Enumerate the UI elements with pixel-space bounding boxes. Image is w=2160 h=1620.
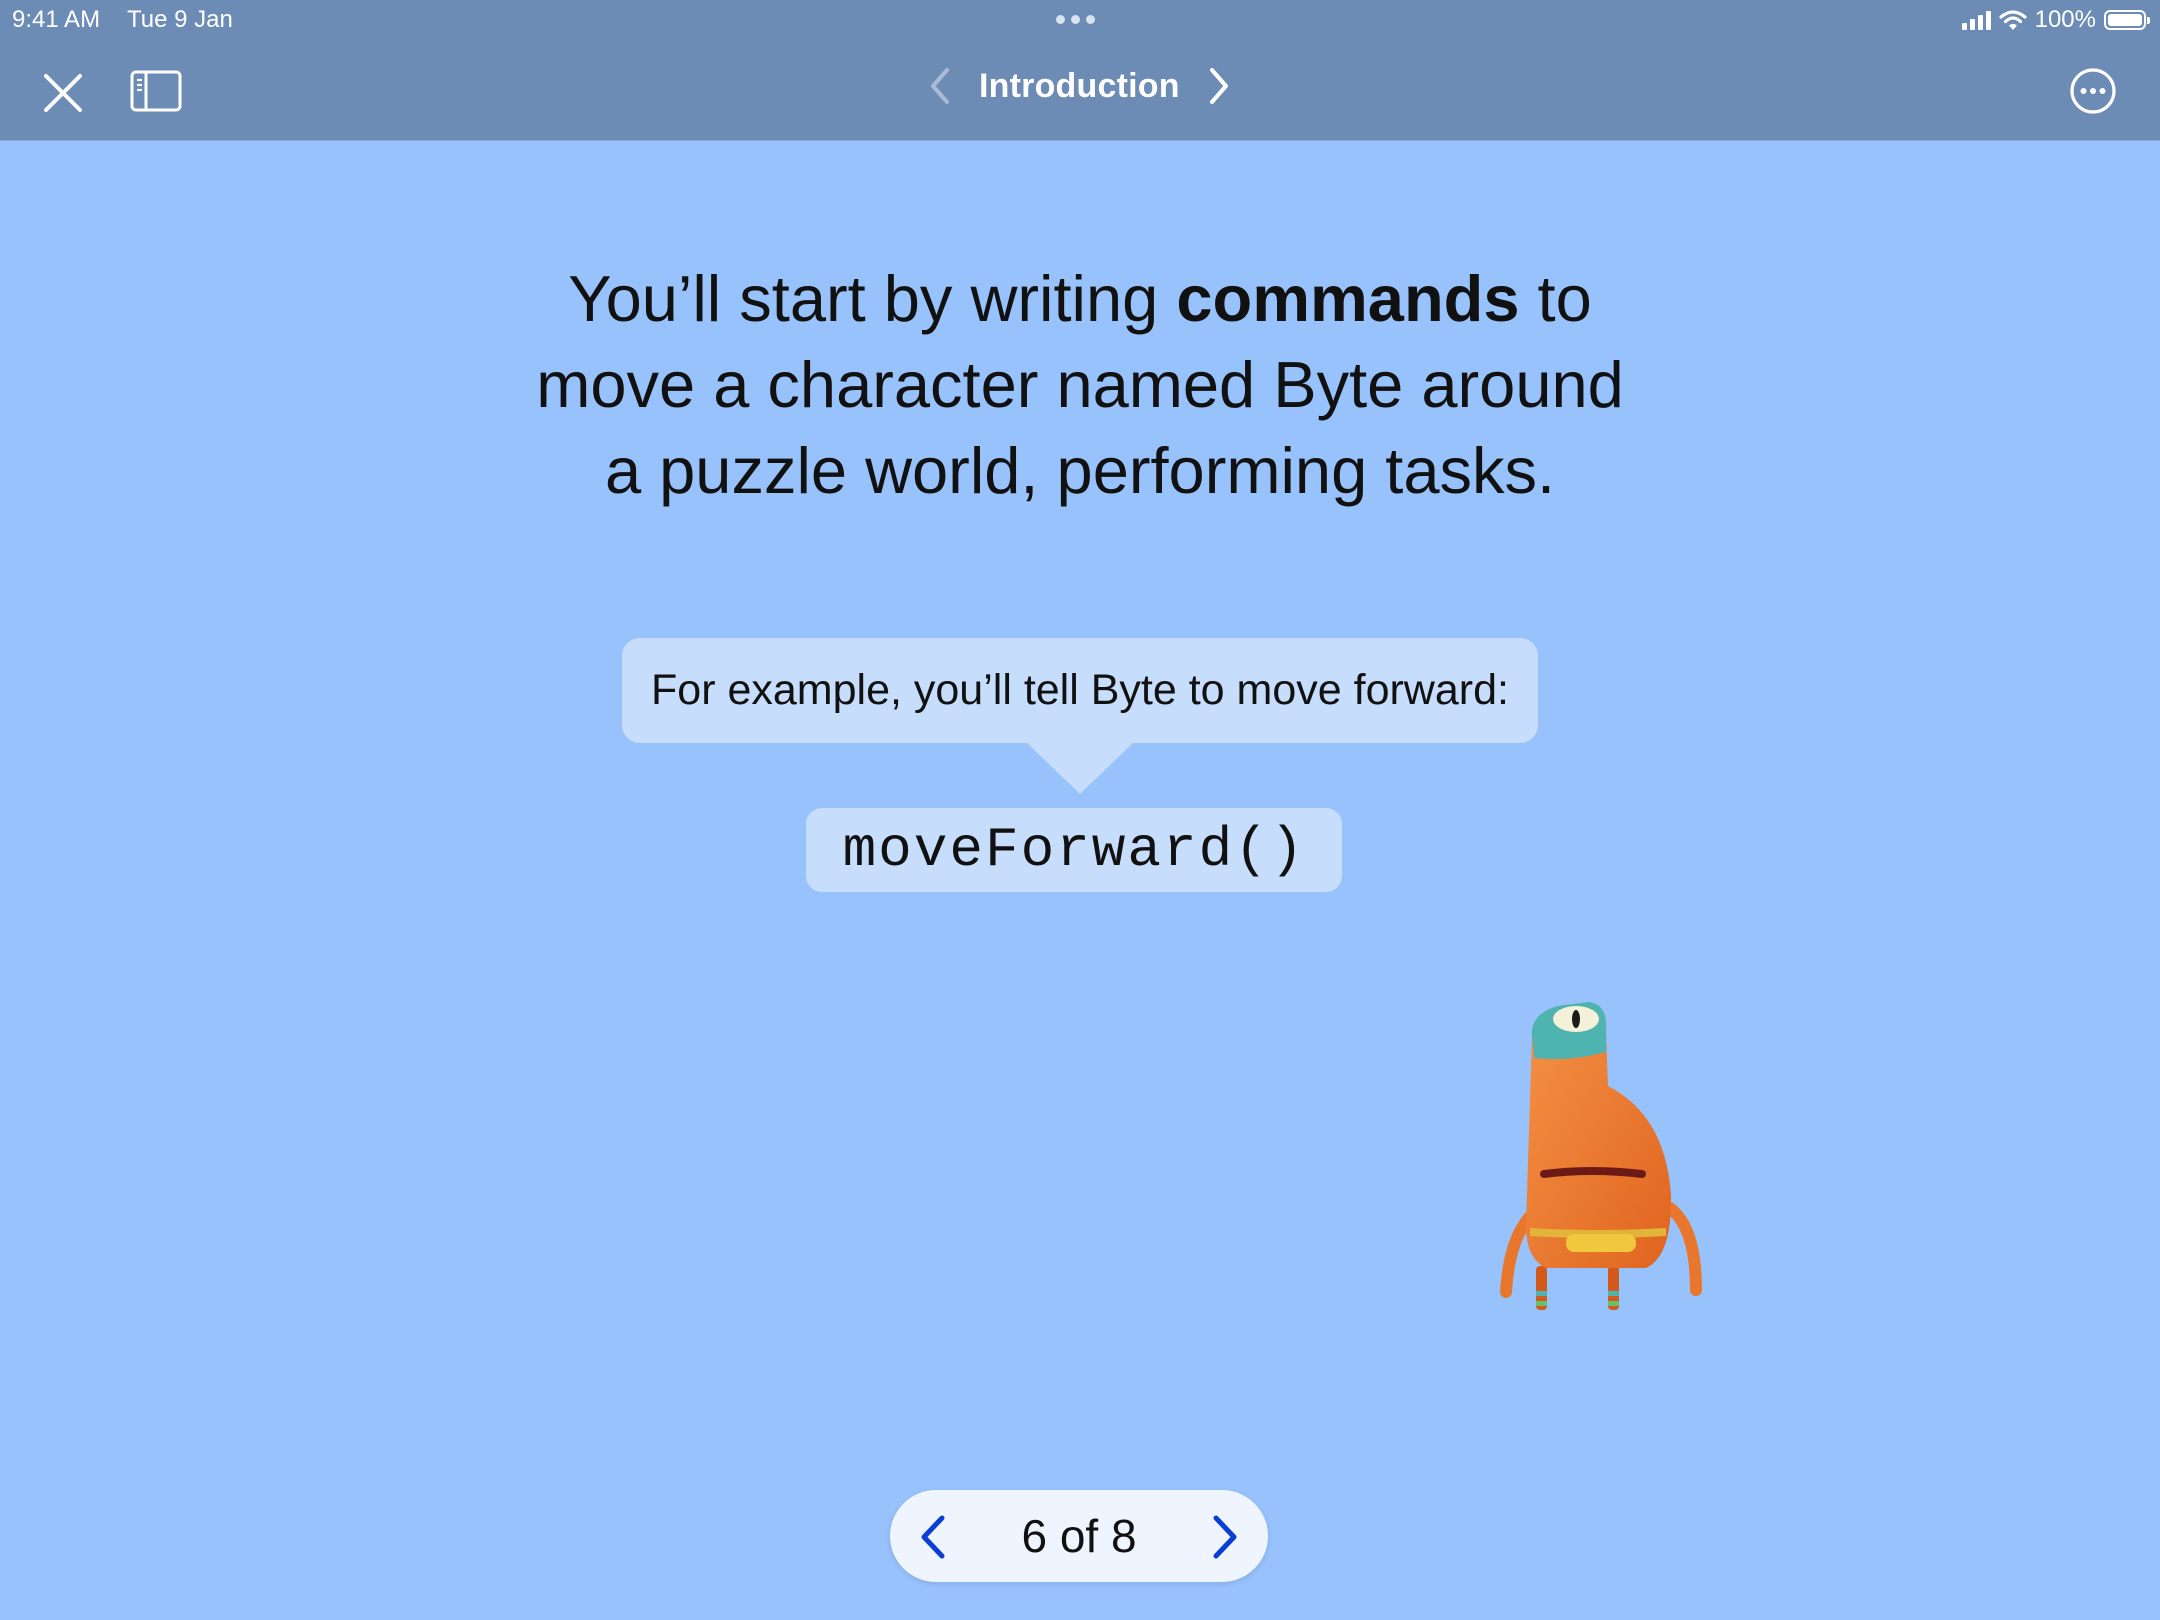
nav-title-group: Introduction [925,64,1234,108]
example-bubble-text: For example, you’ll tell Byte to move fo… [651,666,1509,714]
headline-line-3: a puzzle world, performing tasks. [604,434,1556,507]
page-navigator: 6 of 8 [890,1490,1268,1582]
code-snippet: moveForward() [806,808,1342,892]
more-icon[interactable] [2068,66,2118,116]
headline-line-1: You’ll start by writing commands to [568,262,1592,335]
byte-character-illustration [1500,1002,1702,1310]
top-bar: 9:41 AM Tue 9 Jan 100% Introduction [0,0,2160,140]
headline-line-2: move a character named Byte around [536,348,1624,421]
page-title: Introduction [979,66,1180,105]
multitasking-dots-icon[interactable] [1056,15,1095,24]
code-snippet-text: moveForward() [842,818,1306,882]
sidebar-icon[interactable] [130,70,182,112]
battery-icon [2104,10,2150,30]
headline: You’ll start by writing commands to move… [480,256,1680,514]
chevron-left-icon[interactable] [925,64,953,108]
status-indicators: 100% [1961,6,2150,34]
status-date: Tue 9 Jan [127,6,233,33]
example-bubble: For example, you’ll tell Byte to move fo… [622,638,1538,743]
cellular-signal-icon [1961,10,1991,30]
chevron-right-icon[interactable] [1206,64,1234,108]
bubble-tail [1026,742,1134,794]
battery-percent: 100% [2034,6,2096,33]
wifi-icon [1999,10,2027,30]
headline-bold-word: commands [1176,262,1520,335]
status-time: 9:41 AM [12,6,101,33]
next-page-chevron-icon[interactable] [1208,1512,1242,1562]
close-icon[interactable] [38,68,88,118]
